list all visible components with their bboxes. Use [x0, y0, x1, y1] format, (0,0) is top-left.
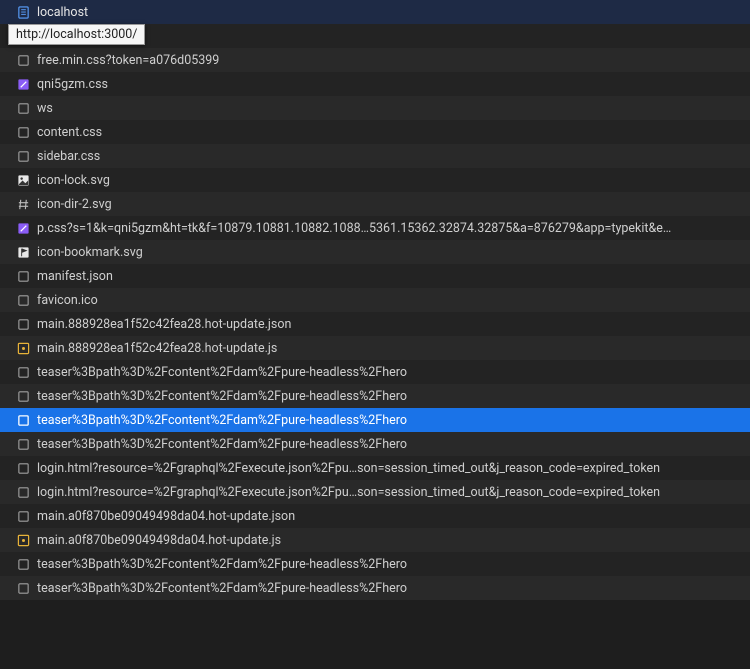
- generic-file-icon: [16, 365, 30, 379]
- list-item[interactable]: teaser%3Bpath%3D%2Fcontent%2Fdam%2Fpure-…: [0, 552, 750, 576]
- list-item-label: ws: [37, 101, 53, 116]
- document-icon: [16, 5, 30, 19]
- list-item[interactable]: teaser%3Bpath%3D%2Fcontent%2Fdam%2Fpure-…: [0, 384, 750, 408]
- list-item-label: login.html?resource=%2Fgraphql%2Fexecute…: [37, 485, 660, 500]
- list-item-label: content.css: [37, 125, 102, 140]
- list-item-label: localhost: [37, 5, 88, 20]
- js-file-icon: [16, 533, 30, 547]
- generic-file-icon: [16, 485, 30, 499]
- list-item-label: favicon.ico: [37, 293, 98, 308]
- list-item-label: p.css?s=1&k=qni5gzm&ht=tk&f=10879.10881.…: [37, 221, 671, 236]
- svg-image-icon: [16, 245, 30, 259]
- list-item-label: main.a0f870be09049498da04.hot-update.jso…: [37, 509, 295, 524]
- list-item[interactable]: teaser%3Bpath%3D%2Fcontent%2Fdam%2Fpure-…: [0, 432, 750, 456]
- list-item[interactable]: content.css: [0, 120, 750, 144]
- list-item[interactable]: sidebar.css: [0, 144, 750, 168]
- generic-file-icon: [16, 413, 30, 427]
- list-item[interactable]: icon-lock.svg: [0, 168, 750, 192]
- generic-file-icon: [16, 317, 30, 331]
- list-item[interactable]: icon-dir-2.svg: [0, 192, 750, 216]
- list-item-label: sidebar.css: [37, 149, 100, 164]
- list-item-label: teaser%3Bpath%3D%2Fcontent%2Fdam%2Fpure-…: [37, 437, 407, 452]
- list-item-label: main.888928ea1f52c42fea28.hot-update.js: [37, 341, 277, 356]
- list-item[interactable]: teaser%3Bpath%3D%2Fcontent%2Fdam%2Fpure-…: [0, 576, 750, 600]
- list-item[interactable]: p.css?s=1&k=qni5gzm&ht=tk&f=10879.10881.…: [0, 216, 750, 240]
- list-item[interactable]: ws: [0, 96, 750, 120]
- list-item-label: teaser%3Bpath%3D%2Fcontent%2Fdam%2Fpure-…: [37, 581, 407, 596]
- generic-file-icon: [16, 557, 30, 571]
- list-item-label: qni5gzm.css: [37, 77, 108, 92]
- list-item[interactable]: icon-bookmark.svg: [0, 240, 750, 264]
- network-request-list[interactable]: localhost bundle.js free.min.css?token=a07…: [0, 0, 750, 669]
- list-item[interactable]: free.min.css?token=a076d05399: [0, 48, 750, 72]
- list-item[interactable]: login.html?resource=%2Fgraphql%2Fexecute…: [0, 480, 750, 504]
- list-item[interactable]: main.888928ea1f52c42fea28.hot-update.js: [0, 336, 750, 360]
- list-item[interactable]: qni5gzm.css: [0, 72, 750, 96]
- list-header-row[interactable]: localhost: [0, 0, 750, 24]
- css-file-icon: [16, 77, 30, 91]
- list-item[interactable]: teaser%3Bpath%3D%2Fcontent%2Fdam%2Fpure-…: [0, 360, 750, 384]
- generic-file-icon: [16, 581, 30, 595]
- generic-file-icon: [16, 461, 30, 475]
- hash-icon: [16, 197, 30, 211]
- js-file-icon: [16, 341, 30, 355]
- css-file-icon: [16, 149, 30, 163]
- list-item-label: free.min.css?token=a076d05399: [37, 53, 219, 68]
- generic-file-icon: [16, 509, 30, 523]
- list-item[interactable]: manifest.json: [0, 264, 750, 288]
- generic-file-icon: [16, 101, 30, 115]
- list-item-label: manifest.json: [37, 269, 113, 284]
- svg-image-icon: [16, 173, 30, 187]
- generic-file-icon: [16, 269, 30, 283]
- list-item-label: icon-lock.svg: [37, 173, 110, 188]
- list-item[interactable]: main.a0f870be09049498da04.hot-update.js: [0, 528, 750, 552]
- generic-file-icon: [16, 293, 30, 307]
- list-item-label: teaser%3Bpath%3D%2Fcontent%2Fdam%2Fpure-…: [37, 413, 407, 428]
- css-file-icon: [16, 53, 30, 67]
- list-item[interactable]: favicon.ico: [0, 288, 750, 312]
- css-file-icon: [16, 125, 30, 139]
- list-item-label: teaser%3Bpath%3D%2Fcontent%2Fdam%2Fpure-…: [37, 389, 407, 404]
- list-item-label: teaser%3Bpath%3D%2Fcontent%2Fdam%2Fpure-…: [37, 365, 407, 380]
- generic-file-icon: [16, 437, 30, 451]
- generic-file-icon: [16, 389, 30, 403]
- js-file-icon: [16, 29, 30, 43]
- css-file-icon: [16, 221, 30, 235]
- list-item[interactable]: main.a0f870be09049498da04.hot-update.jso…: [0, 504, 750, 528]
- list-item-label: bundle.js: [37, 29, 87, 44]
- list-item-label: login.html?resource=%2Fgraphql%2Fexecute…: [37, 461, 660, 476]
- list-item-label: icon-bookmark.svg: [37, 245, 143, 260]
- list-item-label: main.a0f870be09049498da04.hot-update.js: [37, 533, 281, 548]
- list-item-label: icon-dir-2.svg: [37, 197, 112, 212]
- list-item[interactable]: main.888928ea1f52c42fea28.hot-update.jso…: [0, 312, 750, 336]
- list-item-label: main.888928ea1f52c42fea28.hot-update.jso…: [37, 317, 291, 332]
- list-item[interactable]: teaser%3Bpath%3D%2Fcontent%2Fdam%2Fpure-…: [0, 408, 750, 432]
- list-item-label: teaser%3Bpath%3D%2Fcontent%2Fdam%2Fpure-…: [37, 557, 407, 572]
- list-item[interactable]: login.html?resource=%2Fgraphql%2Fexecute…: [0, 456, 750, 480]
- list-item[interactable]: bundle.js: [0, 24, 750, 48]
